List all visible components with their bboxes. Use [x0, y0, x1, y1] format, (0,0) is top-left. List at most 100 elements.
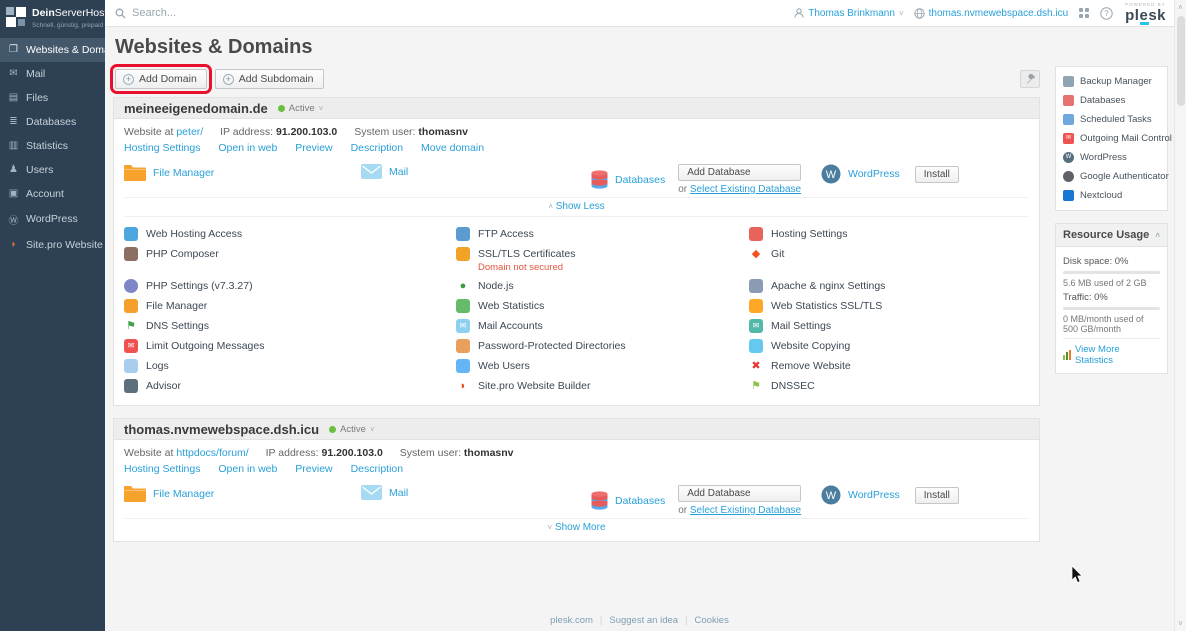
mail-quick[interactable]: Mail	[361, 164, 591, 179]
feature-hosting-settings[interactable]: Hosting Settings	[749, 224, 1029, 244]
hosting-settings-link[interactable]: Hosting Settings	[124, 142, 200, 154]
sidebar-item-sitepro-builder[interactable]: ◗ Site.pro Website Builder	[0, 233, 105, 257]
user-menu[interactable]: Thomas Brinkmann˅	[794, 8, 903, 19]
hosting-settings-link[interactable]: Hosting Settings	[124, 463, 200, 475]
sidebar-item-users[interactable]: ♟ Users	[0, 158, 105, 182]
status-badge[interactable]: Active ˅	[278, 103, 324, 114]
sidebar-item-websites-domains[interactable]: ❐ Websites & Domains	[0, 38, 105, 62]
tool-google-authenticator[interactable]: Google Authenticator	[1063, 167, 1160, 186]
feature-mail-settings[interactable]: ✉Mail Settings	[749, 316, 1029, 336]
add-database-button[interactable]: Add Database	[678, 485, 801, 502]
brand-blocks-icon	[6, 7, 26, 27]
show-less-toggle[interactable]: ˄ Show Less	[124, 197, 1029, 216]
chevron-down-icon: ˅	[547, 523, 552, 532]
footer-suggest-idea-link[interactable]: Suggest an idea	[609, 615, 678, 626]
tool-backup-manager[interactable]: Backup Manager	[1063, 72, 1160, 91]
subscription-switcher[interactable]: thomas.nvmewebspace.dsh.icu	[914, 8, 1069, 19]
scrollbar[interactable]: ˄ ˅	[1174, 0, 1186, 631]
preview-link[interactable]: Preview	[295, 463, 332, 475]
whats-new-button[interactable]	[1078, 7, 1090, 19]
feature-apache-nginx-settings[interactable]: Apache & nginx Settings	[749, 276, 1029, 296]
feature-web-users[interactable]: Web Users	[456, 356, 749, 376]
feature-sitepro-builder[interactable]: ◗Site.pro Website Builder	[456, 376, 749, 396]
feature-limit-outgoing-messages[interactable]: ✉Limit Outgoing Messages	[124, 336, 456, 356]
docroot-link[interactable]: peter/	[176, 126, 203, 138]
sidebar-item-mail[interactable]: ✉ Mail	[0, 62, 105, 86]
open-in-web-link[interactable]: Open in web	[218, 142, 277, 154]
tools-settings-button[interactable]	[1020, 70, 1040, 88]
sidebar-item-databases[interactable]: ≣ Databases	[0, 110, 105, 134]
feature-mail-accounts[interactable]: ✉Mail Accounts	[456, 316, 749, 336]
files-icon: ▤	[7, 92, 20, 103]
move-domain-link[interactable]: Move domain	[421, 142, 484, 154]
view-more-statistics[interactable]: View More Statistics	[1063, 338, 1160, 366]
feature-website-copying[interactable]: Website Copying	[749, 336, 1029, 356]
feature-php-settings[interactable]: PHP Settings (v7.3.27)	[124, 276, 456, 296]
scroll-down-arrow[interactable]: ˅	[1175, 619, 1186, 628]
outgoing-mail-icon: ✉	[1063, 133, 1074, 144]
feature-advisor[interactable]: Advisor	[124, 376, 456, 396]
tool-nextcloud[interactable]: Nextcloud	[1063, 186, 1160, 205]
sidebar-item-account[interactable]: ▣ Account	[0, 182, 105, 206]
preview-link[interactable]: Preview	[295, 142, 332, 154]
scrollbar-thumb[interactable]	[1177, 16, 1185, 106]
file-manager-quick[interactable]: File Manager	[124, 485, 361, 502]
databases-link[interactable]: Databases	[615, 174, 665, 186]
google-authenticator-icon	[1063, 171, 1074, 182]
tool-scheduled-tasks[interactable]: Scheduled Tasks	[1063, 110, 1160, 129]
resource-usage-header[interactable]: Resource Usage ˄	[1056, 224, 1167, 247]
feature-php-composer[interactable]: PHP Composer	[124, 244, 456, 276]
open-in-web-link[interactable]: Open in web	[218, 463, 277, 475]
feature-password-protected-directories[interactable]: Password-Protected Directories	[456, 336, 749, 356]
wordpress-link[interactable]: WordPress	[848, 168, 900, 180]
add-domain-button[interactable]: + Add Domain	[115, 69, 207, 89]
wordpress-install-button[interactable]: Install	[915, 487, 959, 504]
feature-web-statistics-ssl[interactable]: Web Statistics SSL/TLS	[749, 296, 1029, 316]
file-manager-icon	[124, 299, 138, 313]
bar-chart-icon	[1063, 350, 1071, 360]
databases-link[interactable]: Databases	[615, 495, 665, 507]
file-manager-quick[interactable]: File Manager	[124, 164, 361, 181]
footer-cookies-link[interactable]: Cookies	[695, 615, 729, 626]
hosting-settings-icon	[749, 227, 763, 241]
tool-outgoing-mail-control[interactable]: ✉Outgoing Mail Control	[1063, 129, 1160, 148]
tool-databases[interactable]: Databases	[1063, 91, 1160, 110]
feature-dns-settings[interactable]: ⚑DNS Settings	[124, 316, 456, 336]
feature-file-manager[interactable]: File Manager	[124, 296, 456, 316]
add-database-button[interactable]: Add Database	[678, 164, 801, 181]
description-link[interactable]: Description	[351, 142, 404, 154]
brand-tagline: Schnell, günstig, prepaid	[32, 22, 107, 29]
sidebar-item-wordpress[interactable]: Ⓦ WordPress	[0, 206, 105, 233]
account-icon: ▣	[7, 188, 20, 199]
feature-dnssec[interactable]: ⚑DNSSEC	[749, 376, 1029, 396]
wordpress-install-button[interactable]: Install	[915, 166, 959, 183]
add-subdomain-button[interactable]: + Add Subdomain	[215, 69, 324, 89]
description-link[interactable]: Description	[351, 463, 404, 475]
mail-envelope-icon	[361, 485, 382, 500]
feature-web-statistics[interactable]: Web Statistics	[456, 296, 749, 316]
sidebar-item-statistics[interactable]: ▥ Statistics	[0, 134, 105, 158]
feature-ssl-tls-certificates[interactable]: SSL/TLS CertificatesDomain not secured	[456, 244, 749, 276]
mail-quick[interactable]: Mail	[361, 485, 591, 500]
feature-git[interactable]: ◆Git	[749, 244, 1029, 276]
feature-logs[interactable]: Logs	[124, 356, 456, 376]
dnssec-flag-icon: ⚑	[749, 379, 763, 393]
feature-remove-website[interactable]: ✖Remove Website	[749, 356, 1029, 376]
wordpress-link[interactable]: WordPress	[848, 489, 900, 501]
help-button[interactable]: ?	[1100, 7, 1113, 20]
tool-wordpress[interactable]: WWordPress	[1063, 148, 1160, 167]
feature-nodejs[interactable]: ●Node.js	[456, 276, 749, 296]
sidebar-item-files[interactable]: ▤ Files	[0, 86, 105, 110]
disk-space-progressbar	[1063, 271, 1160, 274]
select-existing-database-link[interactable]: Select Existing Database	[690, 184, 801, 195]
status-badge[interactable]: Active ˅	[329, 424, 375, 435]
show-more-toggle[interactable]: ˅ Show More	[124, 518, 1029, 537]
docroot-link[interactable]: httpdocs/forum/	[176, 447, 248, 459]
select-existing-database-link[interactable]: Select Existing Database	[690, 505, 801, 516]
feature-web-hosting-access[interactable]: Web Hosting Access	[124, 224, 456, 244]
search-input[interactable]: Search...	[115, 7, 794, 19]
mail-settings-icon: ✉	[749, 319, 763, 333]
footer-plesk-com-link[interactable]: plesk.com	[550, 615, 593, 626]
feature-ftp-access[interactable]: FTP Access	[456, 224, 749, 244]
scroll-up-arrow[interactable]: ˄	[1175, 3, 1186, 12]
